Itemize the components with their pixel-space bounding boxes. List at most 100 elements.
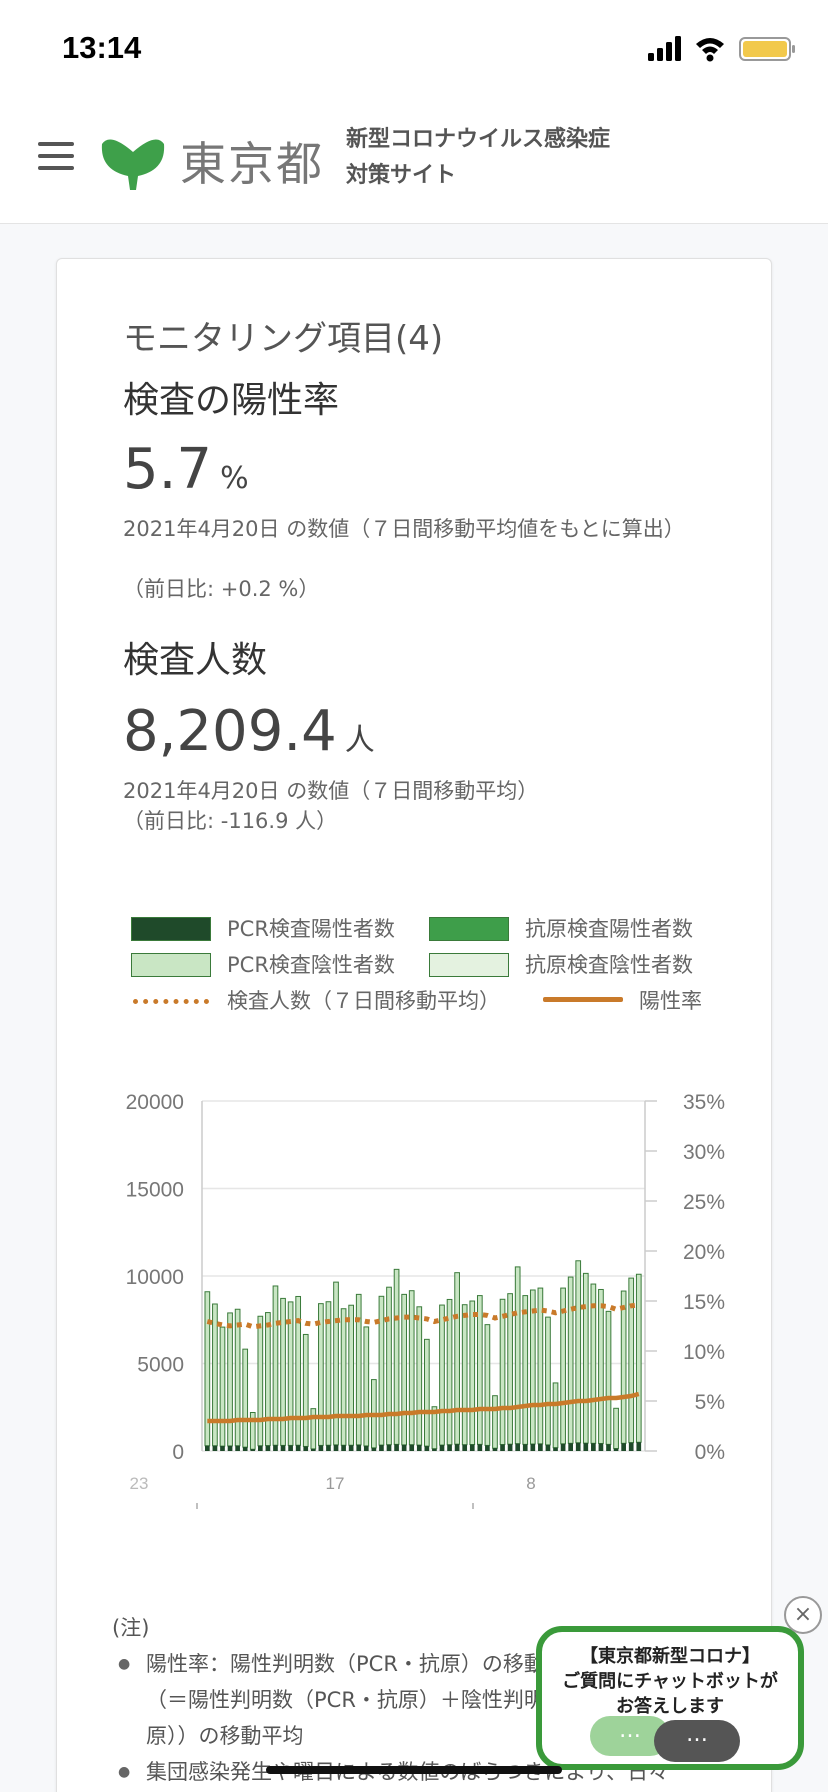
- legend-label: PCR検査陽性者数: [227, 917, 395, 941]
- bar-positive: [295, 1445, 301, 1451]
- bar-negative: [476, 1295, 483, 1445]
- bar-negative: [628, 1277, 635, 1444]
- bar-negative: [575, 1260, 582, 1444]
- bar-negative: [212, 1303, 218, 1447]
- legend-swatch: [131, 953, 211, 977]
- bar-positive: [326, 1445, 331, 1451]
- legend-pcr-negative[interactable]: PCR検査陰性者数: [131, 949, 411, 977]
- bar-positive: [432, 1448, 437, 1451]
- bar-positive: [575, 1442, 581, 1451]
- bar-positive: [530, 1444, 536, 1451]
- bar-positive: [409, 1444, 415, 1451]
- bar-negative: [408, 1290, 415, 1446]
- bar-negative: [333, 1281, 339, 1446]
- legend-label: 抗原検査陽性者数: [525, 917, 693, 941]
- left-tick-label: 10000: [126, 1266, 184, 1289]
- legend-antigen-negative[interactable]: 抗原検査陰性者数: [429, 949, 729, 977]
- left-tick-label: 20000: [126, 1091, 184, 1114]
- bar-negative: [499, 1298, 506, 1446]
- bar-positive: [439, 1445, 445, 1451]
- bar-positive: [598, 1443, 604, 1451]
- bar-negative: [545, 1316, 551, 1446]
- x-day-label: 17: [326, 1474, 345, 1493]
- bar-positive: [303, 1446, 309, 1451]
- tokyo-ginkgo-logo-icon[interactable]: [100, 130, 166, 192]
- signal-icon: [648, 36, 681, 61]
- bar-positive: [492, 1448, 498, 1451]
- menu-icon[interactable]: [38, 142, 74, 170]
- positivity-diff: （前日比: +0.2 %）: [123, 577, 320, 601]
- left-tick-label: 5000: [137, 1354, 184, 1377]
- bar-positive: [477, 1444, 483, 1451]
- close-icon[interactable]: ×: [784, 1596, 822, 1634]
- card-header: モニタリング項目(4): [123, 319, 444, 359]
- bar-negative: [507, 1293, 513, 1445]
- bar-negative: [302, 1333, 309, 1447]
- bar-negative: [265, 1312, 271, 1447]
- bar-positive: [538, 1443, 543, 1451]
- legend-swatch: [429, 953, 509, 977]
- wifi-icon: [696, 38, 724, 62]
- right-tick-label: 35%: [683, 1091, 725, 1114]
- bar-positive: [348, 1445, 354, 1451]
- bar-positive: [310, 1448, 316, 1451]
- bar-negative: [386, 1286, 392, 1446]
- tests-chart[interactable]: 0 5000 10000 15000 20000 0% 5% 10% 15% 20% 25% 30% 3…: [57, 1039, 773, 1509]
- legend-pcr-positive[interactable]: PCR検査陽性者数: [131, 913, 411, 941]
- bar-negative: [522, 1295, 529, 1445]
- tests-value: 8,209.4 人: [123, 699, 375, 764]
- right-tick-label: 15%: [683, 1291, 725, 1314]
- bar-positive: [606, 1444, 611, 1451]
- bar-positive: [250, 1449, 256, 1451]
- chatbot-line: ご質問にチャットボットが: [562, 1671, 778, 1692]
- bar-positive: [227, 1445, 233, 1451]
- bar-negative: [446, 1298, 453, 1446]
- positivity-value: 5.7%: [123, 437, 249, 502]
- right-tick-label: 30%: [683, 1141, 725, 1164]
- chat-bubble-icon: …: [654, 1720, 740, 1762]
- chatbot-line: お答えします: [616, 1696, 724, 1717]
- bar-negative: [257, 1315, 264, 1447]
- bar-positive: [333, 1444, 339, 1451]
- bar-positive: [454, 1444, 460, 1451]
- bar-negative: [582, 1272, 589, 1444]
- bar-negative: [552, 1382, 559, 1449]
- positivity-line: [207, 1391, 640, 1424]
- bar-positive: [318, 1445, 324, 1451]
- bar-negative: [454, 1272, 460, 1445]
- bar-negative: [567, 1276, 574, 1444]
- bar-positive: [265, 1445, 271, 1451]
- legend-tests-ma[interactable]: 検査人数（７日間移動平均）: [131, 985, 531, 1013]
- bar-positive: [273, 1445, 278, 1451]
- bar-positive: [553, 1447, 558, 1451]
- chatbot-banner[interactable]: 【東京都新型コロナ】 ご質問にチャットボットが お答えします … …: [536, 1626, 804, 1770]
- legend-antigen-positive[interactable]: 抗原検査陽性者数: [429, 913, 729, 941]
- bar-negative: [227, 1312, 233, 1447]
- positivity-title: 検査の陽性率: [123, 380, 340, 421]
- bar-positive: [341, 1445, 346, 1451]
- bar-negative: [363, 1326, 370, 1447]
- bar-negative: [348, 1304, 355, 1446]
- bar-negative: [492, 1395, 498, 1449]
- bar-negative: [620, 1290, 627, 1444]
- site-header: 東京都 新型コロナウイルス感染症 対策サイト: [0, 100, 828, 224]
- legend-dotted-line: [133, 999, 209, 1004]
- bar-negative: [242, 1348, 249, 1448]
- site-title[interactable]: 新型コロナウイルス感染症 対策サイト: [346, 122, 666, 194]
- legend-rate[interactable]: 陽性率: [543, 985, 723, 1013]
- legend-solid-line: [543, 997, 623, 1002]
- right-tick-label: 10%: [683, 1341, 725, 1364]
- bar-positive: [212, 1445, 218, 1451]
- bar-positive: [613, 1448, 619, 1451]
- bar-positive: [416, 1445, 422, 1451]
- logo-text[interactable]: 東京都: [180, 128, 324, 194]
- battery-icon: [739, 37, 795, 61]
- left-tick-label: 0: [172, 1441, 184, 1464]
- home-indicator: [266, 1766, 562, 1774]
- site-title-line1: 新型コロナウイルス感染症: [346, 127, 611, 152]
- bar-negative: [219, 1326, 226, 1447]
- tests-note: 2021年4月20日 の数値（７日間移動平均）: [123, 779, 539, 803]
- bar-positive: [507, 1444, 513, 1451]
- bar-positive: [621, 1443, 626, 1451]
- bar-positive: [560, 1443, 566, 1451]
